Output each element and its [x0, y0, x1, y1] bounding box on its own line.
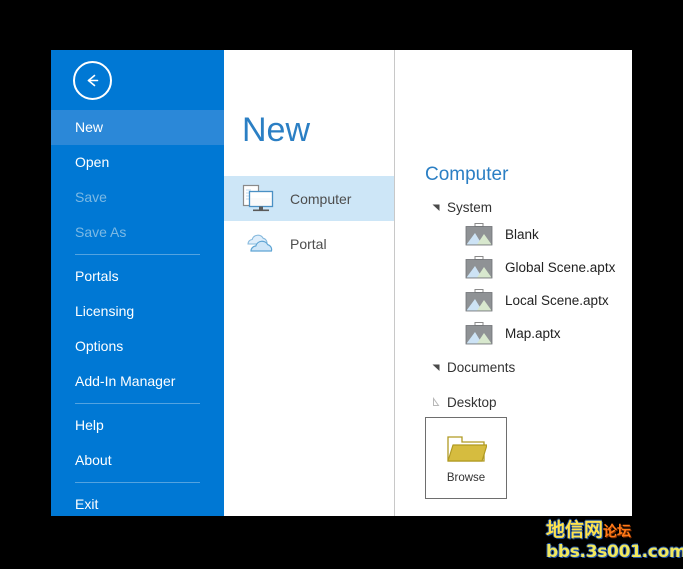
tree-group-label: System	[447, 199, 493, 215]
browse-label: Browse	[446, 472, 486, 484]
sidebar-separator-1	[75, 254, 200, 255]
back-arrow-icon	[83, 71, 102, 90]
tree-item-map[interactable]: Map.aptx	[425, 317, 632, 350]
project-thumbnail-icon	[465, 289, 493, 312]
sidebar-nav-list: New Open Save Save As Portals Licensing …	[51, 110, 224, 516]
project-thumbnail-icon	[465, 223, 493, 246]
new-source-list: Computer Portal	[224, 176, 394, 266]
sidebar-separator-3	[75, 482, 200, 483]
tree-item-label: Blank	[505, 227, 539, 242]
sidebar-item-label: Exit	[75, 496, 99, 512]
page-title: New	[242, 111, 311, 149]
new-source-label: Computer	[290, 190, 352, 207]
watermark: 地信网论坛 bbs.3s001.com	[546, 520, 683, 564]
tree-items-system: Blank Global Scene.aptx Local Scene.aptx…	[425, 218, 632, 350]
chevron-collapsed-icon[interactable]	[431, 397, 441, 407]
back-button-container	[51, 50, 224, 110]
sidebar-item-label: Help	[75, 417, 104, 433]
sidebar-item-label: About	[75, 452, 112, 468]
tree-item-local-scene[interactable]: Local Scene.aptx	[425, 284, 632, 317]
screen: New Open Save Save As Portals Licensing …	[0, 0, 683, 569]
folder-icon	[445, 432, 488, 466]
sidebar-item-licensing[interactable]: Licensing	[51, 294, 224, 329]
sidebar-item-exit[interactable]: Exit	[51, 487, 224, 516]
chevron-expanded-icon[interactable]	[431, 362, 441, 372]
sidebar-item-about[interactable]: About	[51, 443, 224, 478]
tree-group-system[interactable]: System	[431, 198, 632, 216]
sidebar-item-label: Save	[75, 189, 107, 205]
sidebar-separator-2	[75, 403, 200, 404]
sidebar-item-label: Options	[75, 338, 124, 354]
tree-item-label: Global Scene.aptx	[505, 260, 616, 275]
sidebar-item-portals[interactable]: Portals	[51, 259, 224, 294]
backstage-sidebar: New Open Save Save As Portals Licensing …	[51, 50, 224, 516]
tree-item-label: Local Scene.aptx	[505, 293, 609, 308]
chevron-expanded-icon[interactable]	[431, 202, 441, 212]
new-panel: New Computer Portal	[224, 50, 395, 516]
browse-button[interactable]: Browse	[425, 417, 507, 499]
computer-panel-title: Computer	[425, 164, 509, 185]
sidebar-item-label: Save As	[75, 224, 127, 240]
back-button[interactable]	[73, 60, 112, 100]
cloud-icon	[240, 228, 278, 260]
watermark-line-2: bbs.3s001.com	[546, 542, 683, 562]
sidebar-item-open[interactable]: Open	[51, 145, 224, 180]
project-thumbnail-icon	[465, 256, 493, 279]
sidebar-item-label: Add-In Manager	[75, 373, 176, 389]
watermark-cn-main: 地信网	[546, 519, 604, 541]
sidebar-item-add-in-manager[interactable]: Add-In Manager	[51, 364, 224, 399]
tree-item-global-scene[interactable]: Global Scene.aptx	[425, 251, 632, 284]
tree-group-desktop[interactable]: Desktop	[431, 393, 632, 411]
new-source-label: Portal	[290, 235, 327, 252]
sidebar-item-save: Save	[51, 180, 224, 215]
sidebar-item-label: Open	[75, 154, 110, 170]
sidebar-item-label: Licensing	[75, 303, 135, 319]
sidebar-item-new[interactable]: New	[51, 110, 224, 145]
new-source-computer[interactable]: Computer	[224, 176, 394, 221]
new-source-portal[interactable]: Portal	[224, 221, 394, 266]
project-tree: System Blank Global Scene.aptx Local Sce…	[425, 198, 632, 411]
watermark-line-1: 地信网论坛	[546, 520, 680, 543]
tree-item-blank[interactable]: Blank	[425, 218, 632, 251]
backstage-window: New Open Save Save As Portals Licensing …	[51, 50, 632, 516]
sidebar-item-help[interactable]: Help	[51, 408, 224, 443]
sidebar-item-options[interactable]: Options	[51, 329, 224, 364]
project-thumbnail-icon	[465, 322, 493, 345]
computer-icon	[240, 183, 278, 215]
tree-item-label: Map.aptx	[505, 326, 561, 341]
sidebar-item-label: New	[75, 119, 104, 135]
tree-group-label: Desktop	[447, 394, 497, 410]
tree-group-label: Documents	[447, 359, 516, 375]
sidebar-item-save-as: Save As	[51, 215, 224, 250]
watermark-cn-sub: 论坛	[603, 524, 632, 540]
sidebar-item-label: Portals	[75, 268, 119, 284]
tree-group-documents[interactable]: Documents	[431, 358, 632, 376]
computer-panel: Computer System Blank Global Scene.aptx …	[395, 50, 632, 516]
